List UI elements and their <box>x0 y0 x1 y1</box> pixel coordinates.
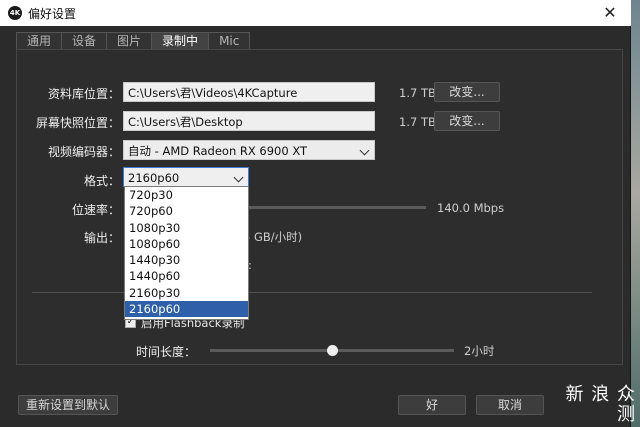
video-encoder-select[interactable]: 自动 - AMD Radeon RX 6900 XT <box>123 140 375 160</box>
duration-label: 时间长度： <box>135 345 196 359</box>
format-select[interactable]: 2160p60 <box>123 167 249 187</box>
window-title: 偏好设置 <box>28 6 77 21</box>
chevron-down-icon <box>233 172 244 183</box>
duration-value: 2小时 <box>464 344 495 358</box>
format-option[interactable]: 1440p30 <box>125 252 248 268</box>
close-icon[interactable]: ✕ <box>601 4 619 22</box>
tab-mic[interactable]: Mic <box>208 32 251 50</box>
cancel-button[interactable]: 取消 <box>476 395 544 415</box>
video-encoder-value: 自动 - AMD Radeon RX 6900 XT <box>128 144 308 158</box>
tab-bar: 通用 设备 图片 录制中 Mic <box>16 32 251 50</box>
format-option[interactable]: 1080p60 <box>125 236 248 252</box>
screenshot-location-label: 屏幕快照位置： <box>35 116 120 130</box>
output-label: 输出： <box>83 231 120 245</box>
format-option[interactable]: 720p30 <box>125 187 248 203</box>
screenshot-path-field[interactable]: C:\Users\君\Desktop <box>123 111 375 131</box>
ok-button[interactable]: 好 <box>398 395 466 415</box>
screenshot-change-button[interactable]: 改变... <box>434 111 500 131</box>
title-bar: 4K 偏好设置 ✕ <box>0 0 631 26</box>
app-icon: 4K <box>8 6 22 20</box>
bitrate-value: 140.0 Mbps <box>437 201 505 215</box>
tab-general[interactable]: 通用 <box>16 32 63 50</box>
format-option[interactable]: 2160p60 <box>125 301 248 318</box>
chevron-down-icon <box>359 145 370 156</box>
bitrate-label: 位速率： <box>71 203 120 217</box>
preferences-window: 4K 偏好设置 ✕ 通用 设备 图片 录制中 Mic 资料库位置： C:\Use… <box>0 0 631 427</box>
tab-devices[interactable]: 设备 <box>61 32 108 50</box>
library-location-label: 资料库位置： <box>47 87 120 101</box>
screenshot-size: 1.7 TB <box>399 115 436 129</box>
format-option[interactable]: 1080p30 <box>125 220 248 236</box>
reset-defaults-button[interactable]: 重新设置到默认 <box>18 395 118 415</box>
section-divider <box>32 292 592 293</box>
video-encoder-label: 视频编码器： <box>47 145 120 159</box>
duration-slider-thumb[interactable] <box>327 345 338 356</box>
format-option[interactable]: 2160p30 <box>125 285 248 301</box>
tab-recording[interactable]: 录制中 <box>151 32 210 50</box>
format-option[interactable]: 1440p60 <box>125 268 248 284</box>
desktop-background-right <box>630 0 640 427</box>
format-option[interactable]: 720p60 <box>125 203 248 219</box>
output-value: 5 GB/小时) <box>243 230 303 244</box>
watermark-text: 新 浪 众 测 <box>565 384 636 425</box>
format-label: 格式： <box>83 174 120 188</box>
library-change-button[interactable]: 改变... <box>434 82 500 102</box>
format-value: 2160p60 <box>128 171 180 185</box>
watermark: 新 浪 众 测 <box>546 385 636 425</box>
library-path-field[interactable]: C:\Users\君\Videos\4KCapture <box>123 82 375 102</box>
tab-pictures[interactable]: 图片 <box>106 32 153 50</box>
library-size: 1.7 TB <box>399 86 436 100</box>
format-dropdown-list: 720p30 720p60 1080p30 1080p60 1440p30 1440p60… <box>124 186 249 320</box>
